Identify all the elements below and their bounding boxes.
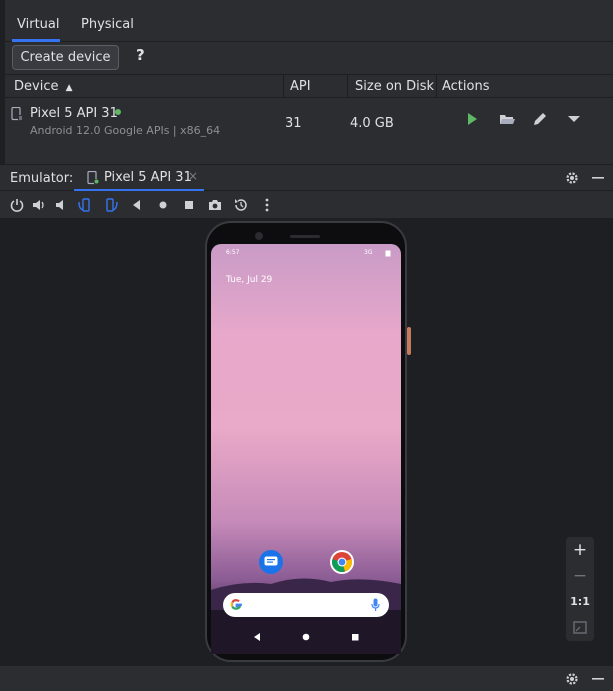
- rotate-left-icon[interactable]: [77, 197, 93, 213]
- zoom-actual-size-button[interactable]: 1:1: [566, 589, 594, 615]
- google-search-bar[interactable]: [223, 593, 389, 617]
- zoom-controls: + − 1:1: [566, 537, 594, 641]
- overview-icon[interactable]: [181, 197, 197, 213]
- tab-physical[interactable]: Physical: [81, 8, 134, 42]
- tab-virtual[interactable]: Virtual: [12, 8, 60, 42]
- google-g-icon: [230, 599, 242, 610]
- emulator-toolbar: [0, 191, 613, 219]
- battery-icon: [385, 250, 391, 257]
- close-icon[interactable]: ×: [188, 169, 198, 183]
- column-api[interactable]: API: [290, 75, 311, 98]
- microphone-icon[interactable]: [371, 598, 380, 612]
- home-icon[interactable]: [155, 197, 171, 213]
- camera-icon[interactable]: [207, 197, 223, 213]
- snapshot-restore-icon[interactable]: [233, 197, 249, 213]
- emulator-label: Emulator:: [10, 171, 74, 186]
- folder-open-icon[interactable]: [498, 110, 516, 128]
- online-status-dot: [115, 109, 121, 115]
- bottom-tool-strip: [0, 665, 613, 691]
- power-icon[interactable]: [9, 197, 25, 213]
- device-table-header: Device ▲ API Size on Disk Actions: [5, 74, 613, 98]
- gear-icon[interactable]: [565, 672, 579, 686]
- messages-app-icon[interactable]: [259, 550, 283, 574]
- device-name: Pixel 5 API 31: [30, 106, 118, 121]
- android-overview-icon[interactable]: [350, 632, 360, 642]
- volume-up-icon[interactable]: [31, 197, 47, 213]
- emulator-device-tab[interactable]: Pixel 5 API 31 ×: [74, 165, 204, 191]
- gear-icon[interactable]: [565, 171, 579, 185]
- zoom-fit-icon[interactable]: [566, 615, 594, 641]
- create-device-button[interactable]: Create device: [12, 45, 119, 70]
- edit-pencil-icon[interactable]: [531, 110, 549, 128]
- status-bar-time: 6:57: [226, 249, 240, 256]
- device-list-empty-area: [5, 146, 613, 164]
- minimize-icon[interactable]: [591, 171, 605, 185]
- more-options-icon[interactable]: [259, 197, 275, 213]
- help-button[interactable]: ?: [136, 46, 145, 64]
- earpiece-speaker: [290, 235, 320, 238]
- chrome-app-icon[interactable]: [330, 550, 354, 574]
- column-actions: Actions: [442, 79, 490, 94]
- phone-device-icon: [11, 107, 23, 121]
- column-size-on-disk[interactable]: Size on Disk: [355, 75, 434, 98]
- column-separator: [283, 75, 284, 98]
- emulator-header: Emulator: Pixel 5 API 31 ×: [0, 164, 613, 191]
- run-play-icon[interactable]: [463, 110, 481, 128]
- minimize-icon[interactable]: [591, 672, 605, 686]
- android-back-icon[interactable]: [252, 632, 262, 642]
- back-icon[interactable]: [129, 197, 145, 213]
- zoom-out-button[interactable]: −: [566, 563, 594, 589]
- table-row[interactable]: Pixel 5 API 31 Android 12.0 Google APIs …: [5, 98, 613, 146]
- device-subtitle: Android 12.0 Google APIs | x86_64: [30, 124, 221, 137]
- column-separator: [436, 75, 437, 98]
- lockscreen-date: Tue, Jul 29: [226, 275, 273, 285]
- sort-ascending-icon: ▲: [65, 83, 73, 93]
- device-manager-tabs: Virtual Physical: [5, 8, 613, 42]
- phone-side-button: [407, 327, 411, 355]
- rotate-right-icon[interactable]: [103, 197, 119, 213]
- device-api-level: 31: [285, 116, 302, 131]
- phone-device-icon: [87, 171, 99, 185]
- android-home-icon[interactable]: [301, 632, 311, 642]
- status-bar-network: 3G: [364, 249, 373, 256]
- column-device[interactable]: Device ▲: [14, 75, 73, 98]
- column-separator: [347, 75, 348, 98]
- device-manager-toolbar: Create device ?: [5, 42, 613, 74]
- volume-down-icon[interactable]: [53, 197, 69, 213]
- device-manager-title-strip: [5, 0, 613, 6]
- chrome-logo-icon: [332, 552, 352, 572]
- front-camera: [255, 232, 263, 240]
- column-device-label: Device: [14, 79, 59, 94]
- device-size-on-disk: 4.0 GB: [350, 116, 394, 131]
- zoom-in-button[interactable]: +: [566, 537, 594, 563]
- emulator-tab-label: Pixel 5 API 31: [104, 170, 192, 185]
- chevron-down-icon[interactable]: [565, 110, 583, 128]
- messages-glyph-icon: [264, 556, 278, 566]
